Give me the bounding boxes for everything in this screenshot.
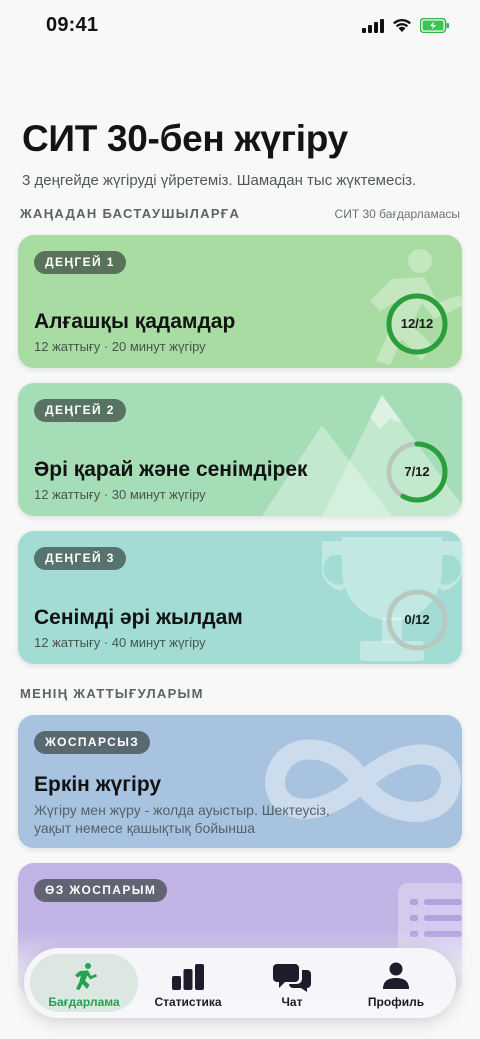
tab-label: Статистика [154,995,222,1009]
card-badge: ӨЗ ЖОСПАРЫМ [34,879,168,902]
tab-label: Чат [281,995,303,1009]
level-title: Сенімді әрі жылдам [34,606,243,629]
level-meta: 12 жаттығу · 40 минут жүгіру [34,635,206,650]
level-badge: ДЕҢГЕЙ 1 [34,251,126,274]
free-run-card[interactable]: ЖОСПАРСЫЗ Еркін жүгіру Жүгіру мен жүру -… [18,715,462,848]
progress-label: 0/12 [404,612,430,627]
level-card-1[interactable]: ДЕҢГЕЙ 1 Алғашқы қадамдар 12 жаттығу · 2… [18,235,462,368]
level-card-3[interactable]: ДЕҢГЕЙ 3 Сенімді әрі жылдам 12 жаттығу ·… [18,531,462,664]
level-meta: 12 жаттығу · 30 минут жүгіру [34,487,206,502]
program-name-label: СИТ 30 бағдарламасы [334,207,460,221]
tab-label: Бағдарлама [48,995,120,1009]
status-icons [362,18,450,33]
progress-label: 7/12 [404,464,430,479]
card-badge: ЖОСПАРСЫЗ [34,731,151,754]
section-label-my: МЕНІҢ ЖАТТЫҒУЛАРЫМ [20,686,204,701]
level-card-2[interactable]: ДЕҢГЕЙ 2 Әрі қарай және сенімдірек 12 жа… [18,383,462,516]
status-bar: 09:41 [0,0,480,54]
page-title: СИТ 30-бен жүгіру [22,118,348,159]
tab-label: Профиль [367,995,425,1009]
progress-label: 12/12 [400,316,434,331]
progress-ring: 7/12 [384,439,450,505]
progress-ring: 0/12 [384,587,450,653]
tab-bar: Бағдарлама Статистика Чат Профиль [24,948,456,1018]
card-description: Жүгіру мен жүру - жолда ауыстыр. Шектеус… [34,802,330,836]
page-subtitle: 3 деңгейде жүгіруді үйретеміз. Шамадан т… [22,172,417,189]
card-title: Еркін жүгіру [34,773,162,796]
tab-profile[interactable]: Профиль [342,954,450,1012]
person-icon [383,962,409,989]
tab-chat[interactable]: Чат [238,954,346,1012]
level-badge: ДЕҢГЕЙ 3 [34,547,126,570]
chat-icon [273,964,311,992]
level-title: Әрі қарай және сенімдірек [34,458,308,481]
runner-icon [75,963,97,990]
wifi-icon [393,18,411,32]
level-title: Алғашқы қадамдар [34,310,236,333]
tab-program[interactable]: Бағдарлама [30,954,138,1012]
level-badge: ДЕҢГЕЙ 2 [34,399,126,422]
battery-icon [420,18,449,33]
section-label-beginners: ЖАҢАДАН БАСТАУШЫЛАРҒА [20,206,241,221]
bar-chart-icon [172,964,204,990]
tab-statistics[interactable]: Статистика [134,954,242,1012]
level-meta: 12 жаттығу · 20 минут жүгіру [34,339,206,354]
progress-ring: 12/12 [384,291,450,357]
status-time: 09:41 [46,14,99,36]
signal-icon [362,18,384,33]
